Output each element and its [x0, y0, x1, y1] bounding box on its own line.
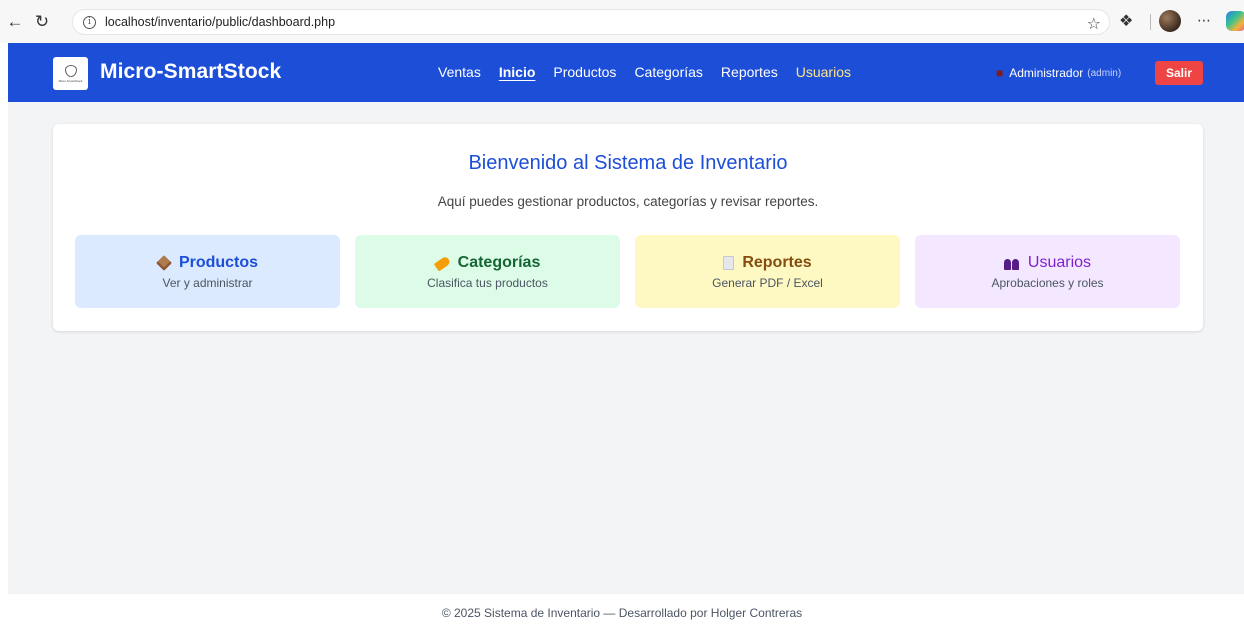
- more-icon[interactable]: ⋯: [1197, 12, 1212, 29]
- tile-description: Generar PDF / Excel: [712, 276, 823, 290]
- nav-link-reportes[interactable]: Reportes: [721, 64, 778, 80]
- tile-productos[interactable]: Productos Ver y administrar: [75, 235, 340, 308]
- tile-reportes[interactable]: Reportes Generar PDF / Excel: [635, 235, 900, 308]
- nav-link-categorias[interactable]: Categorías: [634, 64, 702, 80]
- tag-icon: [433, 255, 451, 271]
- toolbar-divider: [1150, 14, 1151, 30]
- user-icon: ■: [996, 66, 1004, 80]
- star-icon[interactable]: ☆: [1087, 14, 1101, 34]
- tile-title: Productos: [178, 254, 259, 271]
- tile-description: Aprobaciones y roles: [991, 276, 1104, 290]
- user-role: (admin): [1087, 67, 1122, 79]
- nav-link-productos[interactable]: Productos: [553, 64, 616, 80]
- tile-description: Clasifica tus productos: [427, 276, 548, 290]
- logo-caption: Micro-SmartStock: [58, 78, 83, 83]
- brand-name[interactable]: Micro-SmartStock: [100, 60, 281, 84]
- tile-header: Reportes: [635, 254, 900, 272]
- user-name: Administrador: [1009, 66, 1084, 80]
- package-icon: [156, 255, 172, 271]
- page-subtitle: Aquí puedes gestionar productos, categor…: [437, 194, 819, 209]
- info-icon[interactable]: i: [83, 15, 96, 29]
- top-navbar: Micro-SmartStock Micro-SmartStock Ventas…: [8, 43, 1244, 102]
- nav-link-ventas[interactable]: Ventas: [438, 64, 481, 80]
- cube-icon: [64, 64, 77, 77]
- tile-categorias[interactable]: Categorías Clasifica tus productos: [355, 235, 620, 308]
- page-footer: © 2025 Sistema de Inventario — Desarroll…: [441, 606, 803, 620]
- welcome-card: Bienvenido al Sistema de Inventario Aquí…: [53, 124, 1203, 331]
- tile-usuarios[interactable]: Usuarios Aprobaciones y roles: [915, 235, 1180, 308]
- tile-title: Categorías: [457, 254, 541, 271]
- user-info: ■ Administrador (admin): [996, 66, 1121, 80]
- profile-avatar[interactable]: [1159, 10, 1181, 32]
- logout-button[interactable]: Salir: [1155, 61, 1203, 85]
- page-body: Micro-SmartStock Micro-SmartStock Ventas…: [8, 43, 1244, 594]
- app-logo[interactable]: Micro-SmartStock: [53, 57, 88, 90]
- address-bar[interactable]: i localhost/inventario/public/dashboard.…: [72, 9, 1110, 35]
- tile-description: Ver y administrar: [162, 276, 253, 290]
- tile-header: Productos: [75, 254, 340, 272]
- back-icon[interactable]: ←: [4, 11, 26, 33]
- reload-icon[interactable]: ↻: [31, 11, 53, 33]
- page-title: Bienvenido al Sistema de Inventario: [468, 152, 788, 174]
- document-icon: [723, 256, 735, 270]
- tile-header: Categorías: [355, 254, 620, 272]
- users-icon: [1003, 256, 1020, 270]
- nav-link-usuarios[interactable]: Usuarios: [796, 64, 851, 80]
- tile-title: Usuarios: [1027, 254, 1092, 271]
- url-text[interactable]: localhost/inventario/public/dashboard.ph…: [105, 15, 335, 29]
- tile-title: Reportes: [742, 254, 812, 271]
- nav-links: Ventas Inicio Productos Categorías Repor…: [438, 64, 851, 80]
- tile-header: Usuarios: [915, 254, 1180, 272]
- nav-link-inicio[interactable]: Inicio: [499, 64, 536, 80]
- copilot-icon[interactable]: [1226, 11, 1244, 31]
- browser-toolbar: ← ↻ i localhost/inventario/public/dashbo…: [0, 0, 1244, 43]
- extensions-icon[interactable]: ❖: [1119, 11, 1133, 31]
